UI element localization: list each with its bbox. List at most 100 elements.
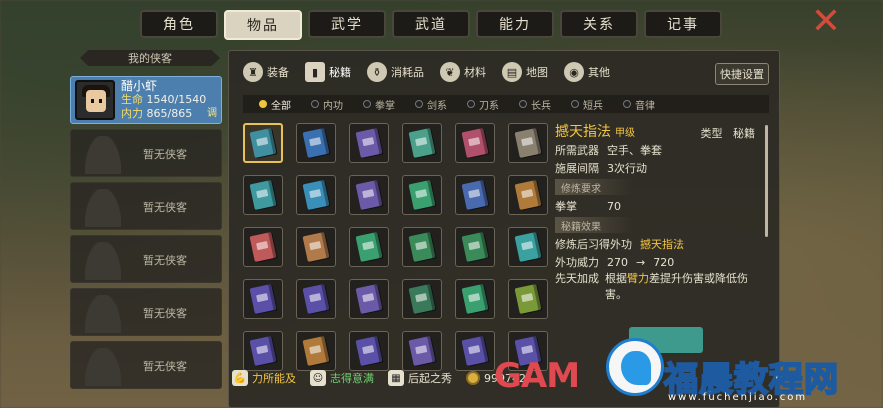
tune-button[interactable]: 调 [207, 104, 217, 119]
manual-book-icon [408, 335, 436, 367]
manual-book-icon [355, 179, 383, 211]
tab-ability[interactable]: 能力 [476, 10, 554, 38]
manual-book-icon [408, 231, 436, 263]
manual-book-icon [461, 231, 489, 263]
subtab-manuals[interactable]: ▮ 秘籍 [299, 59, 357, 85]
item-slot[interactable] [243, 279, 283, 319]
ability-trait: 力所能及 [252, 372, 296, 385]
item-slot[interactable] [508, 279, 548, 319]
weapon-label: 所需武器 [555, 144, 599, 157]
item-slot[interactable] [402, 331, 442, 371]
hero-slot-empty[interactable]: 暂无侠客 [70, 182, 222, 230]
subtab-map[interactable]: ▤ 地图 [496, 59, 554, 85]
item-slot[interactable] [402, 123, 442, 163]
filter-neigong[interactable]: 内功 [311, 97, 363, 112]
book-icon: ▮ [305, 62, 325, 82]
requirements-section: 修炼要求 [555, 179, 633, 195]
item-slot[interactable] [402, 175, 442, 215]
empty-slot-label: 暂无侠客 [143, 307, 187, 320]
item-grid [243, 123, 553, 371]
item-slot[interactable] [243, 227, 283, 267]
filter-all[interactable]: 全部 [259, 97, 311, 112]
top-tab-bar: 角色 物品 武学 武道 能力 关系 记事 [140, 10, 722, 40]
filter-blade[interactable]: 刀系 [467, 97, 519, 112]
item-slot[interactable] [349, 123, 389, 163]
item-slot[interactable] [243, 175, 283, 215]
item-slot[interactable] [243, 123, 283, 163]
tab-martial-arts[interactable]: 武学 [308, 10, 386, 38]
item-slot[interactable] [296, 331, 336, 371]
silhouette-icon [85, 242, 121, 280]
hero-slot-empty[interactable]: 暂无侠客 [70, 129, 222, 177]
hero-slot-empty[interactable]: 暂无侠客 [70, 288, 222, 336]
tab-items[interactable]: 物品 [224, 10, 302, 40]
manual-book-icon [408, 127, 436, 159]
tab-journal[interactable]: 记事 [644, 10, 722, 38]
item-slot[interactable] [402, 279, 442, 319]
hero-list: 醋小虾 生命 1540/1540 内力 865/865 调 暂无侠客 暂无侠客 … [70, 76, 222, 394]
filter-short-weapon[interactable]: 短兵 [571, 97, 623, 112]
subtab-equipment[interactable]: ♜ 装备 [237, 59, 295, 85]
arrow-icon: → [636, 255, 646, 269]
map-icon: ▤ [502, 62, 522, 82]
learn-value: 撼天指法 [640, 238, 684, 251]
item-slot[interactable] [455, 331, 495, 371]
manual-book-icon [461, 335, 489, 367]
item-slot[interactable] [455, 227, 495, 267]
manual-book-icon [302, 179, 330, 211]
subtab-consumables[interactable]: ⚱ 消耗品 [361, 59, 430, 85]
empty-slot-label: 暂无侠客 [143, 254, 187, 267]
item-slot[interactable] [455, 123, 495, 163]
tab-martial-way[interactable]: 武道 [392, 10, 470, 38]
item-slot[interactable] [455, 279, 495, 319]
tab-character[interactable]: 角色 [140, 10, 218, 38]
hero-slot-empty[interactable]: 暂无侠客 [70, 341, 222, 389]
tab-relations[interactable]: 关系 [560, 10, 638, 38]
item-slot[interactable] [296, 279, 336, 319]
mp-label: 内力 [121, 107, 143, 120]
effects-section: 秘籍效果 [555, 217, 633, 233]
avatar [75, 80, 115, 120]
watermark-gam: GAM [494, 356, 580, 396]
manual-book-icon [249, 231, 277, 263]
silhouette-icon [85, 348, 121, 386]
item-slot[interactable] [349, 227, 389, 267]
item-slot[interactable] [349, 175, 389, 215]
filter-sword[interactable]: 剑系 [415, 97, 467, 112]
category-filter-bar: 全部 内功 拳掌 剑系 刀系 长兵 短兵 音律 [243, 95, 769, 113]
quick-setup-button[interactable]: 快捷设置 [715, 63, 769, 85]
innate-label: 先天加成 [555, 272, 599, 285]
item-slot[interactable] [296, 123, 336, 163]
item-slot[interactable] [349, 279, 389, 319]
details-scrollbar[interactable] [765, 125, 768, 237]
item-slot[interactable] [508, 227, 548, 267]
herb-icon: ❦ [440, 62, 460, 82]
manual-book-icon [514, 179, 542, 211]
manual-book-icon [514, 283, 542, 315]
item-slot[interactable] [296, 175, 336, 215]
potion-icon: ⚱ [367, 62, 387, 82]
item-slot[interactable] [455, 175, 495, 215]
item-slot[interactable] [243, 331, 283, 371]
interval-value: 3次行动 [607, 162, 647, 175]
filter-fist[interactable]: 拳掌 [363, 97, 415, 112]
smile-icon: ☺ [310, 370, 326, 386]
filter-music[interactable]: 音律 [623, 97, 675, 112]
silhouette-icon [85, 136, 121, 174]
empty-slot-label: 暂无侠客 [143, 201, 187, 214]
item-slot[interactable] [508, 123, 548, 163]
manual-book-icon [461, 127, 489, 159]
mood-trait: 志得意满 [330, 372, 374, 385]
hero-slot-empty[interactable]: 暂无侠客 [70, 235, 222, 283]
close-icon[interactable]: ✕ [808, 4, 844, 42]
item-slot[interactable] [296, 227, 336, 267]
filter-long-weapon[interactable]: 长兵 [519, 97, 571, 112]
item-slot[interactable] [508, 175, 548, 215]
subtab-materials[interactable]: ❦ 材料 [434, 59, 492, 85]
subtab-other[interactable]: ◉ 其他 [558, 59, 616, 85]
item-slot[interactable] [349, 331, 389, 371]
manual-book-icon [461, 179, 489, 211]
item-slot[interactable] [402, 227, 442, 267]
watermark-logo-icon [606, 338, 664, 396]
hero-card-active[interactable]: 醋小虾 生命 1540/1540 内力 865/865 调 [70, 76, 222, 124]
